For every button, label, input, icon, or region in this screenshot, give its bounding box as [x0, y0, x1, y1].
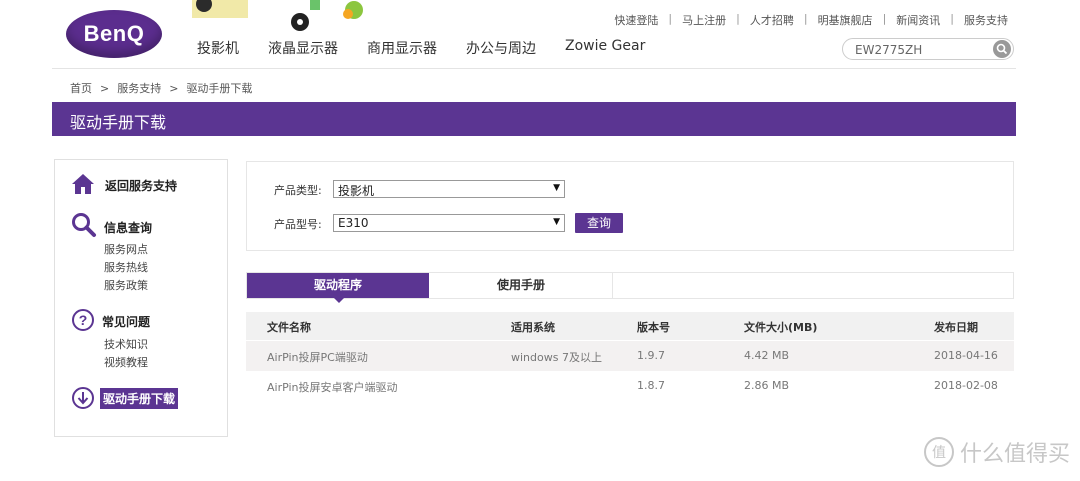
table-row[interactable]: AirPin投屏安卓客户端驱动 1.8.7 2.86 MB 2018-02-08 — [246, 371, 1014, 401]
sidebar-item-video-tutorials[interactable]: 视频教程 — [104, 354, 148, 372]
sidebar-info-title: 信息查询 — [104, 221, 153, 235]
cell-version: 1.9.7 — [637, 349, 665, 362]
top-link-news[interactable]: 新闻资讯 — [896, 12, 940, 28]
product-model-select[interactable]: E310 ▼ — [333, 214, 565, 232]
product-model-label: 产品型号: — [274, 218, 322, 231]
search-icon — [996, 43, 1008, 55]
column-header-filename: 文件名称 — [267, 321, 311, 334]
cell-date: 2018-04-16 — [934, 349, 998, 362]
product-model-value: E310 — [338, 216, 369, 230]
cell-size: 4.42 MB — [744, 349, 790, 362]
sidebar-item-service-points[interactable]: 服务网点 — [104, 241, 148, 259]
watermark-text: 什么值得买 — [959, 442, 1070, 467]
nav-zowie-gear[interactable]: Zowie Gear — [565, 38, 645, 58]
breadcrumb-separator: > — [100, 82, 110, 95]
tab-drivers[interactable]: 驱动程序 — [247, 273, 429, 298]
table-row[interactable]: AirPin投屏PC端驱动 windows 7及以上 1.9.7 4.42 MB… — [246, 341, 1014, 371]
column-header-os: 适用系统 — [511, 321, 555, 334]
product-type-label: 产品类型: — [274, 184, 322, 197]
query-button[interactable]: 查询 — [575, 213, 623, 233]
cell-os: windows 7及以上 — [511, 351, 602, 364]
sidebar-download-label: 驱动手册下载 — [100, 388, 179, 409]
main-nav: 投影机 液晶显示器 商用显示器 办公与周边 Zowie Gear — [197, 38, 674, 58]
top-link-register[interactable]: 马上注册 — [682, 12, 726, 28]
breadcrumb-current: 驱动手册下载 — [186, 82, 253, 95]
cell-filename[interactable]: AirPin投屏PC端驱动 — [267, 349, 368, 365]
dropdown-arrow-icon: ▼ — [553, 217, 560, 227]
sidebar-item-tech-knowledge[interactable]: 技术知识 — [104, 336, 148, 354]
product-type-value: 投影机 — [338, 184, 375, 198]
top-link-quick-login[interactable]: 快速登陆 — [614, 12, 658, 28]
breadcrumb-separator: > — [169, 82, 179, 95]
cell-date: 2018-02-08 — [934, 379, 998, 392]
cell-size: 2.86 MB — [744, 379, 790, 392]
breadcrumb-support[interactable]: 服务支持 — [117, 82, 161, 95]
breadcrumb: 首页 > 服务支持 > 驱动手册下载 — [70, 80, 252, 96]
home-icon — [72, 174, 94, 194]
search-button[interactable] — [993, 40, 1011, 58]
page-title: 驱动手册下载 — [70, 113, 167, 132]
nav-lcd-monitors[interactable]: 液晶显示器 — [268, 38, 338, 58]
top-link-support[interactable]: 服务支持 — [964, 12, 1008, 28]
top-link-flagship-store[interactable]: 明基旗舰店 — [818, 12, 873, 28]
top-link-careers[interactable]: 人才招聘 — [750, 12, 794, 28]
cell-version: 1.8.7 — [637, 379, 665, 392]
tab-manuals[interactable]: 使用手册 — [430, 273, 613, 298]
nav-office-peripherals[interactable]: 办公与周边 — [466, 38, 536, 58]
column-header-size: 文件大小(MB) — [744, 321, 818, 334]
column-header-date: 发布日期 — [934, 321, 978, 334]
question-icon: ? — [72, 309, 94, 331]
sidebar-faq-title: 常见问题 — [102, 315, 151, 329]
benq-logo[interactable]: BenQ — [66, 10, 162, 58]
table-header: 文件名称 适用系统 版本号 文件大小(MB) 发布日期 — [246, 312, 1014, 340]
sidebar-item-hotline[interactable]: 服务热线 — [104, 259, 148, 277]
product-type-select[interactable]: 投影机 ▼ — [333, 180, 565, 198]
breadcrumb-home[interactable]: 首页 — [70, 82, 92, 95]
search-input[interactable] — [853, 42, 987, 58]
sidebar-item-policy[interactable]: 服务政策 — [104, 277, 148, 295]
cell-filename[interactable]: AirPin投屏安卓客户端驱动 — [267, 379, 398, 395]
sidebar: 返回服务支持 信息查询 服务网点 服务热线 服务政策 ? 常见问题 技术知识 视… — [54, 159, 228, 437]
filter-panel — [246, 161, 1014, 251]
sidebar-back-label: 返回服务支持 — [105, 179, 178, 193]
logo-text: BenQ — [83, 21, 145, 46]
nav-projectors[interactable]: 投影机 — [197, 38, 239, 58]
search-box — [842, 38, 1014, 60]
watermark: 值 什么值得买 — [923, 436, 1070, 468]
nav-commercial-displays[interactable]: 商用显示器 — [367, 38, 437, 58]
header-decoration-image — [192, 0, 363, 31]
smzdm-logo-icon: 值 — [923, 437, 954, 467]
dropdown-arrow-icon: ▼ — [553, 183, 560, 193]
download-circle-icon — [72, 387, 94, 409]
column-header-version: 版本号 — [637, 321, 670, 334]
top-links: 快速登陆 | 马上注册 | 人才招聘 | 明基旗舰店 | 新闻资讯 | 服务支持 — [614, 12, 1008, 28]
active-tab-caret — [333, 297, 345, 303]
svg-text:?: ? — [79, 312, 88, 328]
page-title-banner: 驱动手册下载 — [52, 102, 1016, 136]
header-divider — [52, 68, 1016, 69]
search-icon — [72, 213, 96, 237]
